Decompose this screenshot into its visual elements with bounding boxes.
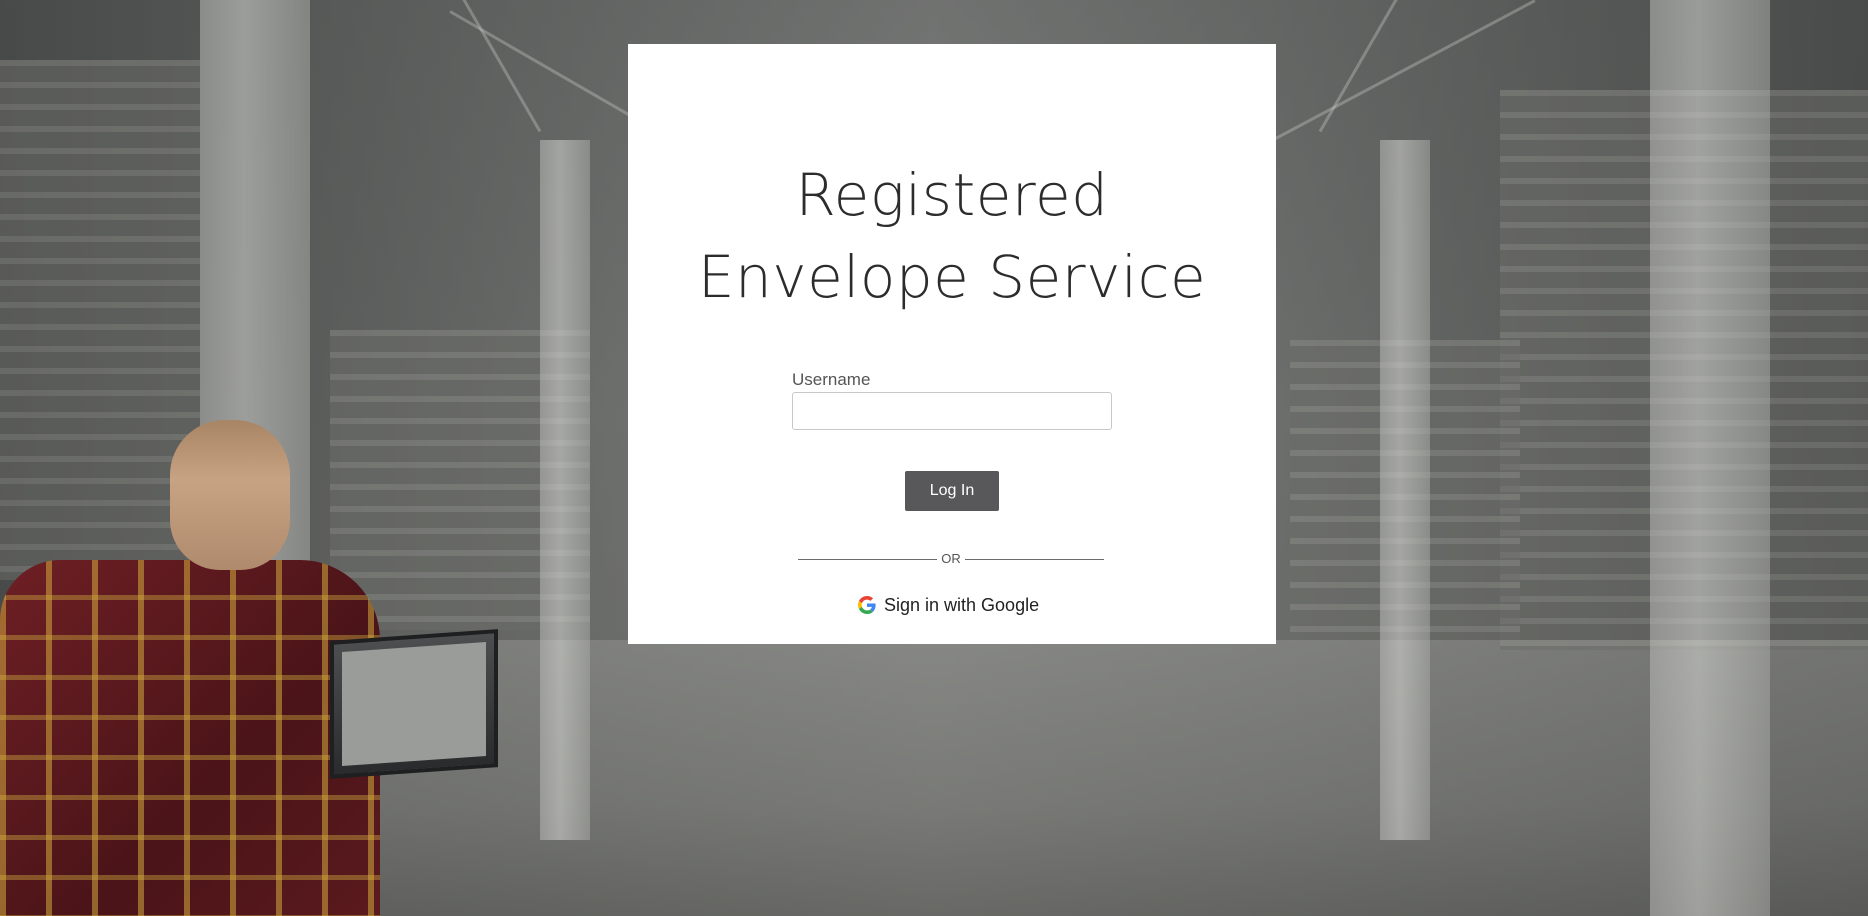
page-title-line-1: Registered [795,161,1109,229]
background-pillar [1380,140,1430,840]
google-signin-link[interactable]: Sign in with Google [858,593,1039,617]
google-signin-label: Sign in with Google [884,594,1040,615]
person-laptop [330,629,498,779]
divider-rule-left [798,558,938,560]
divider-rule-right [964,558,1104,560]
laptop-screen [342,641,486,767]
google-g-icon [858,596,876,614]
page-title-line-2: Envelope Service [697,243,1207,311]
background-pillar [1650,0,1770,916]
person-plaid-shirt [0,560,380,916]
login-card: Registered Envelope Service Username Log… [628,44,1276,644]
or-divider: OR [798,550,1104,568]
background-beam [1269,0,1536,143]
background-person-with-laptop [0,420,498,916]
login-button[interactable]: Log In [905,471,999,511]
divider-or-text: OR [941,551,961,566]
page-title: Registered Envelope Service [628,154,1276,318]
username-label: Username [792,370,871,389]
username-input[interactable] [792,392,1112,430]
person-head [170,420,290,570]
background-pillar [540,140,590,840]
